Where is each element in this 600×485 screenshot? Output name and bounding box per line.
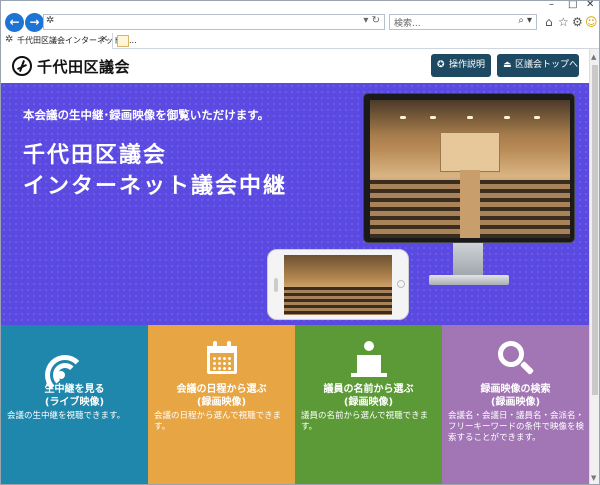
tile-title: 議員の名前から選ぶ (録画映像) <box>323 384 414 408</box>
speaker-podium-icon <box>295 341 442 381</box>
tile-search[interactable]: 録画映像の検索 (録画映像) 会議名・会議日・議員名・会派名・フリーキーワードの… <box>442 325 589 484</box>
search-placeholder: 検索... <box>394 19 421 29</box>
scroll-down-icon[interactable]: ▼ <box>591 474 596 482</box>
forward-icon[interactable]: → <box>25 13 44 32</box>
minimize-icon[interactable]: – <box>549 1 554 10</box>
assembly-hall-phone-image <box>284 255 392 315</box>
address-bar[interactable]: ✲ ▾ ↻ <box>43 14 385 30</box>
search-icon[interactable]: ⌕ ▾ <box>518 15 532 26</box>
monitor-stand <box>453 243 483 277</box>
maximize-icon[interactable]: □ <box>568 1 577 10</box>
tab-close-icon[interactable]: × <box>100 34 108 44</box>
help-button[interactable]: ✪ 操作説明 <box>431 54 491 77</box>
new-tab-button[interactable] <box>117 35 129 47</box>
tile-description: 議員の名前から選んで視聴できます。 <box>301 411 429 432</box>
calendar-icon <box>148 341 295 381</box>
tile-by-date[interactable]: 会議の日程から選ぶ (録画映像) 会議の日程から選んで視聴できます。 <box>148 325 295 484</box>
help-icon: ✪ <box>437 60 445 70</box>
menu-tiles: 生中継を見る (ライブ映像) 会議の生中継を視聴できます。 会議の日程から選ぶ … <box>1 325 589 484</box>
site-header: 千代田区議会 ✪ 操作説明 ⏏ 区議会トップへ <box>1 49 589 83</box>
back-icon[interactable]: ← <box>5 13 24 32</box>
gear-icon[interactable]: ⚙ <box>572 15 583 29</box>
refresh-icon[interactable]: ▾ ↻ <box>363 15 380 26</box>
tab-active[interactable]: ✲ 千代田区議会インターネット議... × <box>1 33 137 49</box>
tile-description: 会議の日程から選んで視聴できます。 <box>154 411 282 432</box>
chiyoda-logo-icon[interactable] <box>12 56 32 76</box>
assembly-hall-image <box>370 100 570 238</box>
tile-title: 会議の日程から選ぶ (録画映像) <box>176 384 267 408</box>
close-icon[interactable]: ✕ <box>586 1 594 10</box>
monitor-illustration <box>363 93 575 243</box>
scroll-up-icon[interactable]: ▲ <box>591 53 596 61</box>
broadcast-icon <box>1 341 148 395</box>
page-viewport: 千代田区議会 ✪ 操作説明 ⏏ 区議会トップへ 本会議の生中継･録画映像を御覧い… <box>1 49 589 484</box>
council-top-button-label: 区議会トップへ <box>515 60 579 70</box>
search-box[interactable]: 検索... ⌕ ▾ <box>389 14 537 30</box>
phone-illustration <box>267 249 409 320</box>
tile-by-member[interactable]: 議員の名前から選ぶ (録画映像) 議員の名前から選んで視聴できます。 <box>295 325 442 484</box>
tile-description: 会議名・会議日・議員名・会派名・フリーキーワードの条件で映像を検索することができ… <box>448 411 585 443</box>
monitor-base <box>429 275 509 285</box>
site-title[interactable]: 千代田区議会 <box>37 56 130 77</box>
hero-subtitle: 本会議の生中継･録画映像を御覧いただけます。 <box>23 108 270 122</box>
hero-title-line2: インターネット議会中継 <box>23 174 288 199</box>
window-caption: – □ ✕ <box>1 1 599 11</box>
tile-live[interactable]: 生中継を見る (ライブ映像) 会議の生中継を視聴できます。 <box>1 325 148 484</box>
browser-window: – □ ✕ ← → ✲ ▾ ↻ 検索... ⌕ ▾ ⌂ ☆ ⚙ ☺ ✲ 千代田区… <box>0 0 600 485</box>
tab-bar: ✲ 千代田区議会インターネット議... × <box>1 33 599 49</box>
home-icon[interactable]: ⌂ <box>545 15 553 29</box>
help-button-label: 操作説明 <box>449 60 486 70</box>
tile-description: 会議の生中継を視聴できます。 <box>7 411 126 421</box>
star-icon[interactable]: ☆ <box>558 15 569 29</box>
page-scrollbar[interactable]: ▲ ▼ <box>589 49 599 484</box>
settings-icon: ✲ <box>46 15 55 26</box>
smiley-icon[interactable]: ☺ <box>585 15 598 29</box>
search-icon <box>442 341 589 381</box>
favicon-icon: ✲ <box>5 34 14 45</box>
address-toolbar: ← → ✲ ▾ ↻ 検索... ⌕ ▾ ⌂ ☆ ⚙ ☺ <box>1 11 599 33</box>
council-top-button[interactable]: ⏏ 区議会トップへ <box>497 54 579 77</box>
scrollbar-thumb[interactable] <box>592 65 598 395</box>
tile-title: 生中継を見る (ライブ映像) <box>44 384 105 408</box>
tile-title: 録画映像の検索 (録画映像) <box>480 384 551 408</box>
hero-title-line1: 千代田区議会 <box>23 143 168 168</box>
link-icon: ⏏ <box>503 60 512 70</box>
hero-banner: 本会議の生中継･録画映像を御覧いただけます。 千代田区議会 インターネット議会中… <box>1 83 589 325</box>
